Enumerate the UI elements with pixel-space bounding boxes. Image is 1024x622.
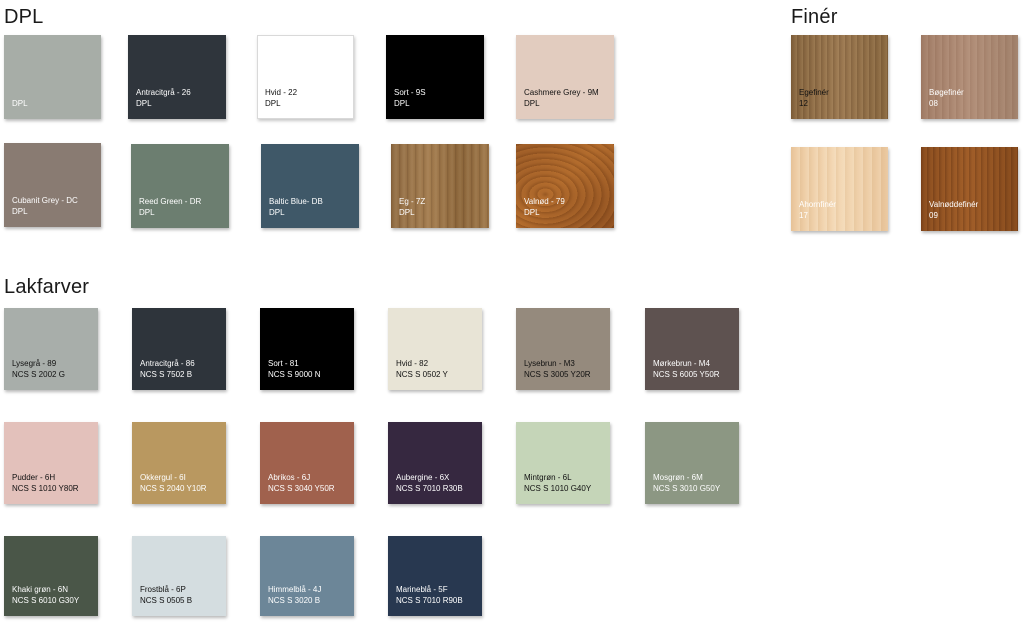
- swatch-label: Pudder - 6H NCS S 1010 Y80R: [12, 473, 79, 493]
- swatch-lak[interactable]: Mørkebrun - M4 NCS S 6005 Y50R: [645, 308, 739, 390]
- swatch-lak[interactable]: Marineblå - 5F NCS S 7010 R90B: [388, 536, 482, 616]
- swatch-label: Sort - 9S DPL: [394, 88, 426, 108]
- swatch-label: Antracitgrå - 26 DPL: [136, 88, 191, 108]
- swatch-label: Cashmere Grey - 9M DPL: [524, 88, 599, 108]
- swatch-label: Bøgefinér 08: [929, 88, 964, 108]
- swatch-label: Marineblå - 5F NCS S 7010 R90B: [396, 585, 463, 605]
- swatch-lak[interactable]: Khaki grøn - 6N NCS S 6010 G30Y: [4, 536, 98, 616]
- swatch-label: Valnøddefinér 09: [929, 200, 979, 220]
- swatch-lak[interactable]: Antracitgrå - 86 NCS S 7502 B: [132, 308, 226, 390]
- swatch-label: DPL: [12, 99, 28, 108]
- swatch-dpl[interactable]: Sort - 9S DPL: [386, 35, 484, 119]
- swatch-label: Aubergine - 6X NCS S 7010 R30B: [396, 473, 463, 493]
- swatch-dpl[interactable]: Antracitgrå - 26 DPL: [128, 35, 226, 119]
- swatch-lak[interactable]: Mosgrøn - 6M NCS S 3010 G50Y: [645, 422, 739, 504]
- swatch-lak[interactable]: Pudder - 6H NCS S 1010 Y80R: [4, 422, 98, 504]
- swatch-dpl[interactable]: Eg - 7Z DPL: [391, 144, 489, 228]
- swatch-dpl[interactable]: Reed Green - DR DPL: [131, 144, 229, 228]
- swatch-lak[interactable]: Sort - 81 NCS S 9000 N: [260, 308, 354, 390]
- swatch-label: Hvid - 22 DPL: [265, 88, 298, 108]
- swatch-label: Lysebrun - M3 NCS S 3005 Y20R: [524, 359, 591, 379]
- swatch-lak[interactable]: Mintgrøn - 6L NCS S 1010 G40Y: [516, 422, 610, 504]
- section-title-dpl: DPL: [4, 6, 44, 28]
- swatch-label: Ahornfinér 17: [799, 200, 836, 220]
- swatch-label: Okkergul - 6I NCS S 2040 Y10R: [140, 473, 207, 493]
- swatch-lak[interactable]: Lysebrun - M3 NCS S 3005 Y20R: [516, 308, 610, 390]
- swatch-label: Antracitgrå - 86 NCS S 7502 B: [140, 359, 195, 379]
- swatch-label: Hvid - 82 NCS S 0502 Y: [396, 359, 448, 379]
- swatch-label: Eg - 7Z DPL: [399, 197, 426, 217]
- swatch-finer[interactable]: Ahornfinér 17: [791, 147, 888, 231]
- swatch-label: Frostblå - 6P NCS S 0505 B: [140, 585, 193, 605]
- swatch-dpl[interactable]: Valnød - 79 DPL: [516, 144, 614, 228]
- swatch-label: Himmelblå - 4J NCS S 3020 B: [268, 585, 322, 605]
- swatch-finer[interactable]: Egefinér 12: [791, 35, 888, 119]
- section-title-finer: Finér: [791, 6, 838, 28]
- swatch-dpl[interactable]: Cubanit Grey - DC DPL: [4, 143, 101, 227]
- swatch-label: Lysegrå - 89 NCS S 2002 G: [12, 359, 65, 379]
- swatch-lak[interactable]: Abrikos - 6J NCS S 3040 Y50R: [260, 422, 354, 504]
- swatch-finer[interactable]: Valnøddefinér 09: [921, 147, 1018, 231]
- swatch-lak[interactable]: Hvid - 82 NCS S 0502 Y: [388, 308, 482, 390]
- swatch-label: Abrikos - 6J NCS S 3040 Y50R: [268, 473, 335, 493]
- swatch-label: Baltic Blue- DB DPL: [269, 197, 323, 217]
- swatch-label: Mosgrøn - 6M NCS S 3010 G50Y: [653, 473, 721, 493]
- swatch-label: Mintgrøn - 6L NCS S 1010 G40Y: [524, 473, 592, 493]
- swatch-dpl[interactable]: Cashmere Grey - 9M DPL: [516, 35, 614, 119]
- swatch-dpl[interactable]: Hvid - 22 DPL: [257, 35, 354, 119]
- swatch-label: Sort - 81 NCS S 9000 N: [268, 359, 321, 379]
- swatch-label: Mørkebrun - M4 NCS S 6005 Y50R: [653, 359, 720, 379]
- swatch-label: Reed Green - DR DPL: [139, 197, 202, 217]
- swatch-label: Cubanit Grey - DC DPL: [12, 196, 78, 216]
- swatch-lak[interactable]: Aubergine - 6X NCS S 7010 R30B: [388, 422, 482, 504]
- swatch-lak[interactable]: Frostblå - 6P NCS S 0505 B: [132, 536, 226, 616]
- swatch-lak[interactable]: Lysegrå - 89 NCS S 2002 G: [4, 308, 98, 390]
- swatch-label: Khaki grøn - 6N NCS S 6010 G30Y: [12, 585, 80, 605]
- section-title-lakfarver: Lakfarver: [4, 276, 90, 298]
- swatch-label: Valnød - 79 DPL: [524, 197, 565, 217]
- swatch-dpl[interactable]: Baltic Blue- DB DPL: [261, 144, 359, 228]
- swatch-dpl[interactable]: DPL: [4, 35, 101, 119]
- swatch-label: Egefinér 12: [799, 88, 829, 108]
- swatch-finer[interactable]: Bøgefinér 08: [921, 35, 1018, 119]
- swatch-lak[interactable]: Okkergul - 6I NCS S 2040 Y10R: [132, 422, 226, 504]
- swatch-lak[interactable]: Himmelblå - 4J NCS S 3020 B: [260, 536, 354, 616]
